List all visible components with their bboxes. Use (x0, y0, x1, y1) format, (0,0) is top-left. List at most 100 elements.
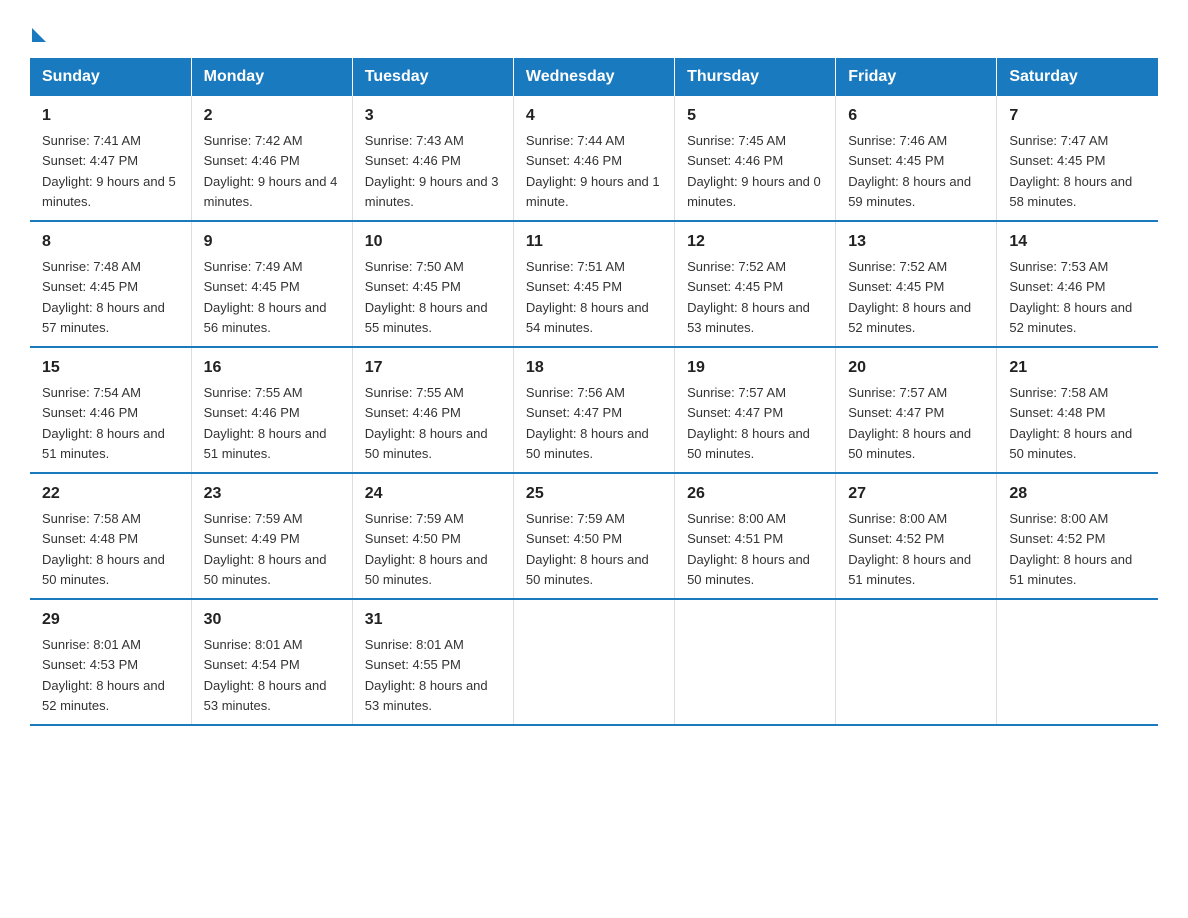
calendar-cell (836, 599, 997, 725)
day-number: 10 (365, 230, 501, 254)
day-info: Sunrise: 7:42 AMSunset: 4:46 PMDaylight:… (204, 133, 338, 209)
day-number: 13 (848, 230, 984, 254)
day-number: 5 (687, 104, 823, 128)
day-number: 23 (204, 482, 340, 506)
day-info: Sunrise: 7:58 AMSunset: 4:48 PMDaylight:… (42, 511, 165, 587)
calendar-cell: 28 Sunrise: 8:00 AMSunset: 4:52 PMDaylig… (997, 473, 1158, 599)
day-info: Sunrise: 8:01 AMSunset: 4:55 PMDaylight:… (365, 637, 488, 713)
day-number: 9 (204, 230, 340, 254)
weekday-header-tuesday: Tuesday (352, 58, 513, 96)
day-number: 24 (365, 482, 501, 506)
day-info: Sunrise: 7:48 AMSunset: 4:45 PMDaylight:… (42, 259, 165, 335)
calendar-cell: 12 Sunrise: 7:52 AMSunset: 4:45 PMDaylig… (675, 221, 836, 347)
calendar-cell: 17 Sunrise: 7:55 AMSunset: 4:46 PMDaylig… (352, 347, 513, 473)
weekday-header-friday: Friday (836, 58, 997, 96)
calendar-cell: 27 Sunrise: 8:00 AMSunset: 4:52 PMDaylig… (836, 473, 997, 599)
calendar-cell: 14 Sunrise: 7:53 AMSunset: 4:46 PMDaylig… (997, 221, 1158, 347)
day-info: Sunrise: 7:50 AMSunset: 4:45 PMDaylight:… (365, 259, 488, 335)
weekday-header-saturday: Saturday (997, 58, 1158, 96)
calendar-cell: 21 Sunrise: 7:58 AMSunset: 4:48 PMDaylig… (997, 347, 1158, 473)
calendar-cell: 2 Sunrise: 7:42 AMSunset: 4:46 PMDayligh… (191, 96, 352, 221)
day-info: Sunrise: 7:53 AMSunset: 4:46 PMDaylight:… (1009, 259, 1132, 335)
day-number: 8 (42, 230, 179, 254)
day-info: Sunrise: 7:59 AMSunset: 4:50 PMDaylight:… (365, 511, 488, 587)
calendar-cell: 18 Sunrise: 7:56 AMSunset: 4:47 PMDaylig… (513, 347, 674, 473)
calendar-table: SundayMondayTuesdayWednesdayThursdayFrid… (30, 58, 1158, 726)
day-info: Sunrise: 8:00 AMSunset: 4:51 PMDaylight:… (687, 511, 810, 587)
weekday-header-thursday: Thursday (675, 58, 836, 96)
day-number: 15 (42, 356, 179, 380)
calendar-cell: 16 Sunrise: 7:55 AMSunset: 4:46 PMDaylig… (191, 347, 352, 473)
day-number: 16 (204, 356, 340, 380)
calendar-cell: 26 Sunrise: 8:00 AMSunset: 4:51 PMDaylig… (675, 473, 836, 599)
calendar-cell: 25 Sunrise: 7:59 AMSunset: 4:50 PMDaylig… (513, 473, 674, 599)
day-number: 1 (42, 104, 179, 128)
day-info: Sunrise: 8:00 AMSunset: 4:52 PMDaylight:… (1009, 511, 1132, 587)
calendar-cell: 29 Sunrise: 8:01 AMSunset: 4:53 PMDaylig… (30, 599, 191, 725)
day-number: 28 (1009, 482, 1146, 506)
calendar-week-2: 8 Sunrise: 7:48 AMSunset: 4:45 PMDayligh… (30, 221, 1158, 347)
day-info: Sunrise: 7:59 AMSunset: 4:50 PMDaylight:… (526, 511, 649, 587)
day-info: Sunrise: 7:52 AMSunset: 4:45 PMDaylight:… (848, 259, 971, 335)
day-info: Sunrise: 7:57 AMSunset: 4:47 PMDaylight:… (848, 385, 971, 461)
calendar-cell: 31 Sunrise: 8:01 AMSunset: 4:55 PMDaylig… (352, 599, 513, 725)
day-number: 12 (687, 230, 823, 254)
calendar-week-4: 22 Sunrise: 7:58 AMSunset: 4:48 PMDaylig… (30, 473, 1158, 599)
day-info: Sunrise: 7:49 AMSunset: 4:45 PMDaylight:… (204, 259, 327, 335)
day-number: 7 (1009, 104, 1146, 128)
calendar-cell: 9 Sunrise: 7:49 AMSunset: 4:45 PMDayligh… (191, 221, 352, 347)
calendar-cell: 8 Sunrise: 7:48 AMSunset: 4:45 PMDayligh… (30, 221, 191, 347)
logo-arrow-icon (32, 28, 46, 42)
day-info: Sunrise: 7:46 AMSunset: 4:45 PMDaylight:… (848, 133, 971, 209)
day-info: Sunrise: 7:57 AMSunset: 4:47 PMDaylight:… (687, 385, 810, 461)
day-number: 6 (848, 104, 984, 128)
calendar-cell: 3 Sunrise: 7:43 AMSunset: 4:46 PMDayligh… (352, 96, 513, 221)
weekday-header-sunday: Sunday (30, 58, 191, 96)
day-number: 18 (526, 356, 662, 380)
day-number: 27 (848, 482, 984, 506)
calendar-cell (997, 599, 1158, 725)
calendar-cell: 10 Sunrise: 7:50 AMSunset: 4:45 PMDaylig… (352, 221, 513, 347)
day-number: 17 (365, 356, 501, 380)
weekday-header-wednesday: Wednesday (513, 58, 674, 96)
day-info: Sunrise: 7:59 AMSunset: 4:49 PMDaylight:… (204, 511, 327, 587)
calendar-cell: 24 Sunrise: 7:59 AMSunset: 4:50 PMDaylig… (352, 473, 513, 599)
calendar-cell: 22 Sunrise: 7:58 AMSunset: 4:48 PMDaylig… (30, 473, 191, 599)
logo (30, 20, 46, 38)
day-number: 22 (42, 482, 179, 506)
calendar-cell: 7 Sunrise: 7:47 AMSunset: 4:45 PMDayligh… (997, 96, 1158, 221)
calendar-cell: 30 Sunrise: 8:01 AMSunset: 4:54 PMDaylig… (191, 599, 352, 725)
calendar-week-1: 1 Sunrise: 7:41 AMSunset: 4:47 PMDayligh… (30, 96, 1158, 221)
day-info: Sunrise: 7:43 AMSunset: 4:46 PMDaylight:… (365, 133, 499, 209)
day-info: Sunrise: 7:54 AMSunset: 4:46 PMDaylight:… (42, 385, 165, 461)
calendar-cell: 13 Sunrise: 7:52 AMSunset: 4:45 PMDaylig… (836, 221, 997, 347)
day-info: Sunrise: 7:52 AMSunset: 4:45 PMDaylight:… (687, 259, 810, 335)
calendar-cell: 15 Sunrise: 7:54 AMSunset: 4:46 PMDaylig… (30, 347, 191, 473)
day-number: 25 (526, 482, 662, 506)
day-info: Sunrise: 7:47 AMSunset: 4:45 PMDaylight:… (1009, 133, 1132, 209)
calendar-cell: 1 Sunrise: 7:41 AMSunset: 4:47 PMDayligh… (30, 96, 191, 221)
day-number: 26 (687, 482, 823, 506)
day-info: Sunrise: 7:44 AMSunset: 4:46 PMDaylight:… (526, 133, 660, 209)
calendar-cell: 11 Sunrise: 7:51 AMSunset: 4:45 PMDaylig… (513, 221, 674, 347)
day-info: Sunrise: 7:51 AMSunset: 4:45 PMDaylight:… (526, 259, 649, 335)
day-info: Sunrise: 7:45 AMSunset: 4:46 PMDaylight:… (687, 133, 821, 209)
day-info: Sunrise: 7:41 AMSunset: 4:47 PMDaylight:… (42, 133, 176, 209)
calendar-cell (675, 599, 836, 725)
day-number: 29 (42, 608, 179, 632)
day-info: Sunrise: 7:56 AMSunset: 4:47 PMDaylight:… (526, 385, 649, 461)
day-number: 19 (687, 356, 823, 380)
day-number: 30 (204, 608, 340, 632)
calendar-cell: 23 Sunrise: 7:59 AMSunset: 4:49 PMDaylig… (191, 473, 352, 599)
calendar-cell: 6 Sunrise: 7:46 AMSunset: 4:45 PMDayligh… (836, 96, 997, 221)
day-info: Sunrise: 8:01 AMSunset: 4:53 PMDaylight:… (42, 637, 165, 713)
day-number: 11 (526, 230, 662, 254)
day-info: Sunrise: 8:00 AMSunset: 4:52 PMDaylight:… (848, 511, 971, 587)
day-info: Sunrise: 7:55 AMSunset: 4:46 PMDaylight:… (204, 385, 327, 461)
calendar-cell: 5 Sunrise: 7:45 AMSunset: 4:46 PMDayligh… (675, 96, 836, 221)
day-number: 20 (848, 356, 984, 380)
day-number: 4 (526, 104, 662, 128)
day-info: Sunrise: 7:55 AMSunset: 4:46 PMDaylight:… (365, 385, 488, 461)
day-number: 31 (365, 608, 501, 632)
calendar-header: SundayMondayTuesdayWednesdayThursdayFrid… (30, 58, 1158, 96)
